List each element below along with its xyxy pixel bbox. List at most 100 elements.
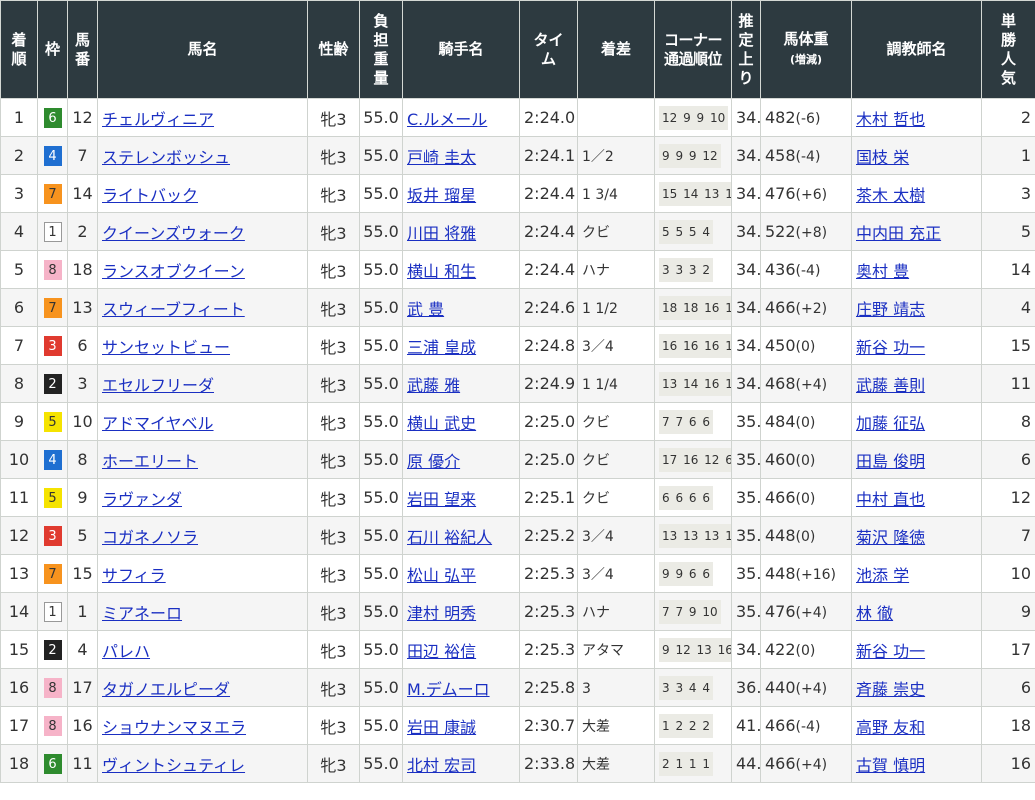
table-row[interactable]: 16 8 17 タガノエルピーダ 牝3 55.0 M.デムーロ 2:25.8 3 3 3 4 4 3… <box>0 668 1035 707</box>
jockey-link[interactable]: 川田 将雅 <box>407 224 476 243</box>
race-time: 2:30.7 <box>524 716 576 735</box>
table-row[interactable]: 3 7 14 ライトバック 牝3 55.0 坂井 瑠星 2:24.4 1 3/4 15 14 13… <box>0 174 1035 213</box>
jockey-link[interactable]: 原 優介 <box>407 452 460 471</box>
horse-name-link[interactable]: ミアネーロ <box>102 604 182 623</box>
jockey-link[interactable]: 北村 宏司 <box>407 756 476 775</box>
trainer-link[interactable]: 庄野 靖志 <box>856 300 925 319</box>
table-row[interactable]: 12 3 5 コガネノソラ 牝3 55.0 石川 裕紀人 2:25.2 3／4 13 13 13 … <box>0 516 1035 555</box>
table-row[interactable]: 14 11 ミアネーロ 牝3 55.0 津村 明秀 2:25.3 ハナ 7 7 9 10 35.3… <box>0 592 1035 631</box>
header-last3f[interactable]: 推定上り <box>731 0 761 99</box>
horse-name-link[interactable]: タガノエルピーダ <box>102 680 230 699</box>
trainer-link[interactable]: 茶木 太樹 <box>856 186 925 205</box>
last3f-cell: 35.3 <box>731 592 761 631</box>
table-row[interactable]: 15 24 パレハ 牝3 55.0 田辺 裕信 2:25.3 アタマ 9 12 13 16 34.… <box>0 630 1035 669</box>
jockey-link[interactable]: 武 豊 <box>407 300 444 319</box>
jockey-link[interactable]: 横山 武史 <box>407 414 476 433</box>
trainer-link[interactable]: 田島 俊明 <box>856 452 925 471</box>
horse-name-link[interactable]: パレハ <box>102 642 150 661</box>
jockey-link[interactable]: 田辺 裕信 <box>407 642 476 661</box>
jockey-link[interactable]: 坂井 瑠星 <box>407 186 476 205</box>
horse-name-link[interactable]: ホーエリート <box>102 452 198 471</box>
margin: ハナ <box>582 262 610 279</box>
header-trainer[interactable]: 調教師名 <box>851 0 982 99</box>
jockey-link[interactable]: 津村 明秀 <box>407 604 476 623</box>
header-jockey[interactable]: 騎手名 <box>402 0 520 99</box>
trainer-link[interactable]: 斉藤 崇史 <box>856 680 925 699</box>
jockey-link[interactable]: 戸崎 圭太 <box>407 148 476 167</box>
waku-badge: 7 <box>43 563 62 584</box>
corner-cell: 1 2 2 2 <box>654 706 732 745</box>
trainer-link[interactable]: 古賀 慎明 <box>856 756 925 775</box>
table-row[interactable]: 6 7 13 スウィーブフィート 牝3 55.0 武 豊 2:24.6 1 1/2 18 18 1… <box>0 288 1035 327</box>
table-row[interactable]: 5 8 18 ランスオブクイーン 牝3 55.0 横山 和生 2:24.4 ハナ 3 3 3 2 3… <box>0 250 1035 289</box>
table-row[interactable]: 17 8 16 ショウナンマヌエラ 牝3 55.0 岩田 康誠 2:30.7 大差 1 2 2 2… <box>0 706 1035 745</box>
horse-name-link[interactable]: ラヴァンダ <box>102 490 182 509</box>
margin: アタマ <box>582 642 624 659</box>
weight-diff: (+4) <box>795 377 828 393</box>
header-body[interactable]: 馬体重 (増減) <box>760 0 852 99</box>
horse-name-link[interactable]: ランスオブクイーン <box>102 262 245 281</box>
header-time[interactable]: タイム <box>519 0 578 99</box>
horse-name-link[interactable]: エセルフリーダ <box>102 376 214 395</box>
header-weight[interactable]: 負担重量 <box>359 0 403 99</box>
table-row[interactable]: 4 1 2 クイーンズウォーク 牝3 55.0 川田 将雅 2:24.4 クビ 5 5 5 4 34… <box>0 212 1035 251</box>
body-weight-cell: 440(+4) <box>760 668 852 707</box>
horse-name-link[interactable]: クイーンズウォーク <box>102 224 245 243</box>
jockey-link[interactable]: 松山 弘平 <box>407 566 476 585</box>
jockey-link[interactable]: M.デムーロ <box>407 680 490 699</box>
jockey-link[interactable]: 横山 和生 <box>407 262 476 281</box>
horse-name-link[interactable]: ライトバック <box>102 186 198 205</box>
trainer-link[interactable]: 高野 友和 <box>856 718 925 737</box>
trainer-link[interactable]: 国枝 栄 <box>856 148 909 167</box>
table-row[interactable]: 95 10 アドマイヤベル 牝3 55.0 横山 武史 2:25.0 クビ 7 7 6 6 35.… <box>0 402 1035 441</box>
trainer-link[interactable]: 武藤 善則 <box>856 376 925 395</box>
horse-name-link[interactable]: スウィーブフィート <box>102 300 245 319</box>
body-weight: 476 <box>765 602 796 621</box>
last-3f: 34.5 <box>736 298 760 317</box>
horse-name-link[interactable]: ヴィントシュティレ <box>102 756 245 775</box>
header-sexage[interactable]: 性齢 <box>307 0 360 99</box>
table-row[interactable]: 18 6 11 ヴィントシュティレ 牝3 55.0 北村 宏司 2:33.8 大差 2 1 1 1… <box>0 744 1035 783</box>
trainer-link[interactable]: 菊沢 隆徳 <box>856 528 925 547</box>
table-row[interactable]: 1 6 12 チェルヴィニア 牝3 55.0 C.ルメール 2:24.0 12 9 9 10 34… <box>0 98 1035 137</box>
horse-name-link[interactable]: サンセットビュー <box>102 338 230 357</box>
body-weight: 450 <box>765 336 796 355</box>
horse-name-link[interactable]: アドマイヤベル <box>102 414 214 433</box>
trainer-link[interactable]: 木村 哲也 <box>856 110 925 129</box>
margin: 大差 <box>582 718 610 735</box>
jockey-link[interactable]: C.ルメール <box>407 110 487 129</box>
trainer-link[interactable]: 新谷 功一 <box>856 642 925 661</box>
jockey-link[interactable]: 石川 裕紀人 <box>407 528 492 547</box>
header-pop[interactable]: 単勝人気 <box>981 0 1035 99</box>
horse-name-link[interactable]: ショウナンマヌエラ <box>102 718 246 737</box>
jockey-link[interactable]: 岩田 望来 <box>407 490 476 509</box>
header-waku[interactable]: 枠 <box>37 0 68 99</box>
corner-positions: 16 16 16 16 <box>659 333 731 358</box>
header-margin[interactable]: 着差 <box>577 0 655 99</box>
trainer-link[interactable]: 中村 直也 <box>856 490 925 509</box>
header-horse[interactable]: 馬名 <box>97 0 308 99</box>
header-corner[interactable]: コーナー 通過順位 <box>654 0 732 99</box>
trainer-link[interactable]: 中内田 充正 <box>856 224 941 243</box>
table-row[interactable]: 7 3 6 サンセットビュー 牝3 55.0 三浦 皇成 2:24.8 3／4 16 16 16 … <box>0 326 1035 365</box>
horse-name-link[interactable]: コガネノソラ <box>102 528 198 547</box>
body-weight: 422 <box>765 640 796 659</box>
trainer-link[interactable]: 池添 学 <box>856 566 909 585</box>
horse-name-link[interactable]: サフィラ <box>102 566 166 585</box>
table-row[interactable]: 1159ラヴァンダ牝355.0岩田 望来2:25.1クビ6 6 6 635.24… <box>0 478 1035 517</box>
jockey-link[interactable]: 岩田 康誠 <box>407 718 476 737</box>
trainer-link[interactable]: 加藤 征弘 <box>856 414 925 433</box>
jockey-link[interactable]: 武藤 雅 <box>407 376 460 395</box>
horse-name-link[interactable]: チェルヴィニア <box>102 110 214 129</box>
jockey-link[interactable]: 三浦 皇成 <box>407 338 476 357</box>
trainer-link[interactable]: 林 徹 <box>856 604 893 623</box>
table-row[interactable]: 2 4 7 ステレンボッシュ 牝3 55.0 戸崎 圭太 2:24.1 1／2 9 9 9 12 3… <box>0 136 1035 175</box>
header-num[interactable]: 馬番 <box>67 0 98 99</box>
header-rank[interactable]: 着順 <box>0 0 38 99</box>
horse-name-link[interactable]: ステレンボッシュ <box>102 148 230 167</box>
trainer-link[interactable]: 奥村 豊 <box>856 262 909 281</box>
table-row[interactable]: 10 4 8 ホーエリート 牝3 55.0 原 優介 2:25.0 クビ 17 16 12 6 35… <box>0 440 1035 479</box>
trainer-link[interactable]: 新谷 功一 <box>856 338 925 357</box>
table-row[interactable]: 8 2 3 エセルフリーダ 牝3 55.0 武藤 雅 2:24.9 1 1/4 13 14 16 … <box>0 364 1035 403</box>
table-row[interactable]: 13 7 15 サフィラ 牝3 55.0 松山 弘平 2:25.3 3／4 9 9 6 6 35.5… <box>0 554 1035 593</box>
